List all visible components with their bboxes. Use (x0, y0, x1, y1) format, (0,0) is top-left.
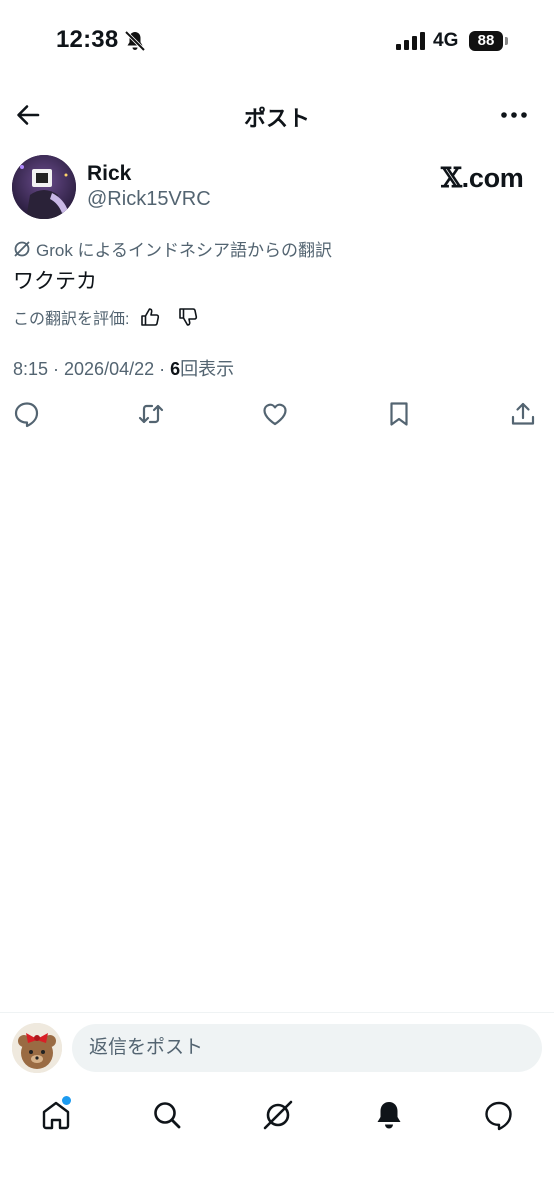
xcom-logo: 𝕏.com (441, 163, 524, 194)
post-meta: 8:15 · 2026/04/22 · 6回表示 (13, 355, 234, 381)
grok-icon (14, 240, 30, 257)
reply-input[interactable] (72, 1024, 542, 1072)
message-icon (485, 1101, 512, 1131)
bell-icon (377, 1102, 401, 1129)
tab-notifications[interactable] (372, 1098, 406, 1132)
post-text: ワクテカ (13, 270, 97, 293)
current-user-avatar[interactable] (12, 1023, 62, 1073)
share-icon[interactable] (509, 400, 537, 428)
divider (0, 1012, 554, 1013)
xcom-suffix: .com (461, 163, 524, 193)
thumbs-up-icon[interactable] (139, 306, 161, 328)
tab-search[interactable] (150, 1098, 184, 1132)
status-bar: 12:38 4G 88 (0, 0, 554, 80)
x-logo-letter: 𝕏 (441, 163, 462, 194)
translation-source-label: Grok によるインドネシア語からの翻訳 (36, 241, 333, 260)
translation-rating: この翻訳を評価: (13, 305, 199, 329)
translation-notice: Grok によるインドネシア語からの翻訳 (13, 236, 332, 261)
repost-icon[interactable] (137, 400, 165, 428)
rate-translation-label: この翻訳を評価: (13, 311, 130, 328)
author-display-name[interactable]: Rick (87, 162, 131, 186)
signal-icon (396, 32, 425, 50)
status-time: 12:38 (56, 26, 119, 53)
more-icon[interactable] (498, 101, 530, 129)
thumbs-down-icon[interactable] (177, 306, 199, 328)
network-type: 4G (433, 30, 459, 51)
heart-icon[interactable] (261, 400, 289, 428)
battery-level: 88 (469, 31, 503, 51)
tab-messages[interactable] (482, 1098, 516, 1132)
tab-grok[interactable] (261, 1098, 295, 1132)
battery-icon: 88 (469, 31, 509, 51)
views-count[interactable]: 6 (170, 359, 180, 379)
reply-icon[interactable] (13, 400, 41, 428)
notification-dot (62, 1096, 71, 1105)
page-title: ポスト (243, 106, 310, 131)
grok-icon (263, 1100, 293, 1130)
author-avatar[interactable] (12, 155, 76, 219)
search-icon (154, 1102, 181, 1129)
author-handle[interactable]: @Rick15VRC (87, 188, 211, 211)
bookmark-icon[interactable] (385, 400, 413, 428)
post-timestamp: 8:15 · 2026/04/22 · (13, 359, 171, 379)
views-label: 回表示 (180, 359, 235, 379)
bell-slash-icon (124, 30, 146, 52)
nav-header: ポスト (0, 92, 554, 136)
